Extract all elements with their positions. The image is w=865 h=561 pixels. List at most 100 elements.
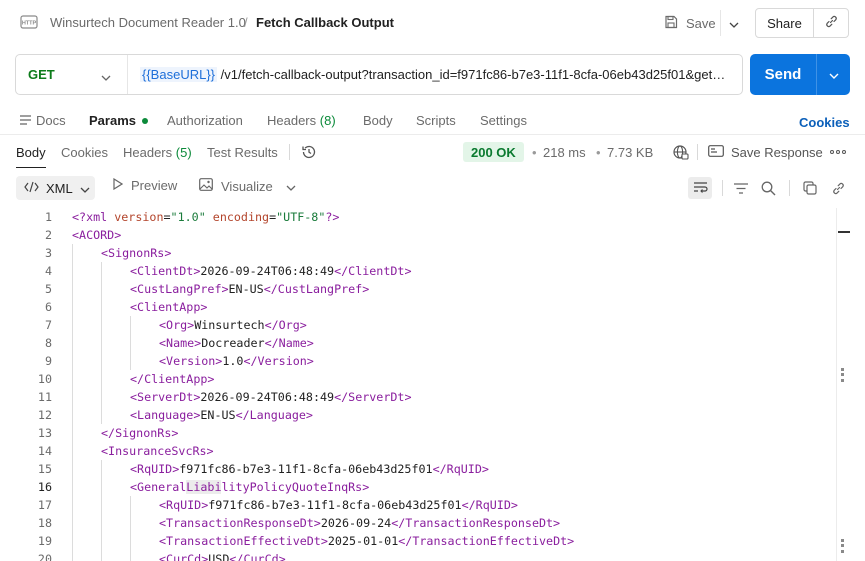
code-token: <CustLangPref> (130, 282, 229, 296)
code-line: 17 <RqUID>f971fc86-b7e3-11f1-8cfa-06eb43d… (0, 496, 836, 514)
share-button[interactable]: Share (756, 9, 814, 37)
send-button[interactable]: Send (750, 54, 817, 95)
code-line: 18 <TransactionResponseDt>2026-09-24</Tra… (0, 514, 836, 532)
copy-link-button[interactable] (814, 9, 848, 37)
code-text: <TransactionEffectiveDt>2025-01-01</Tran… (159, 532, 574, 550)
line-number: 2 (44, 228, 52, 242)
url-input[interactable]: {{BaseURL}} /v1/fetch-callback-output?tr… (128, 67, 732, 82)
indent-guide (72, 352, 73, 370)
save-response-icon (708, 144, 724, 160)
scrollbar-grip[interactable] (841, 539, 844, 553)
save-response-button[interactable]: Save Response (708, 143, 823, 161)
code-token: </Name> (264, 336, 314, 350)
save-options-button[interactable] (720, 10, 746, 36)
divider (789, 180, 790, 196)
tab-authorization[interactable]: Authorization (167, 113, 243, 128)
code-format-icon (24, 181, 39, 196)
tab-docs[interactable]: Docs (20, 113, 66, 128)
request-tabs: Docs Params Authorization Headers (8) Bo… (0, 108, 865, 134)
history-icon[interactable] (300, 143, 318, 161)
code-line: 11 <ServerDt>2026-09-24T06:48:49</ServerD… (0, 388, 836, 406)
code-line: 16 <GeneralLiabilityPolicyQuoteInqRs> (0, 478, 836, 496)
cookies-link[interactable]: Cookies (799, 115, 850, 130)
divider (289, 144, 290, 160)
filter-icon[interactable] (733, 181, 748, 195)
code-token: <CurCd> (159, 552, 209, 561)
link-icon[interactable] (830, 180, 846, 196)
active-tab-underline (16, 167, 46, 168)
tab-settings[interactable]: Settings (480, 113, 527, 128)
response-size[interactable]: 7.73 KB (607, 145, 653, 160)
code-line: 13 </SignonRs> (0, 424, 836, 442)
code-token: 2026-09-24T06:48:49 (200, 264, 335, 278)
code-token: ?> (325, 210, 340, 224)
code-token: <SignonRs> (101, 246, 172, 260)
search-icon[interactable] (760, 180, 776, 196)
code-text: <InsuranceSvcRs> (101, 442, 214, 460)
scrollbar-grip[interactable] (841, 368, 844, 382)
word-wrap-button[interactable] (688, 177, 712, 199)
line-number: 13 (37, 426, 52, 440)
visualize-button[interactable]: Visualize (199, 178, 273, 194)
headers-count: (8) (319, 113, 336, 128)
code-line: 2 <ACORD> (0, 226, 836, 244)
response-tab-cookies[interactable]: Cookies (61, 145, 108, 160)
response-body-code[interactable]: 1 <?xml version="1.0" encoding="UTF-8"?> 2… (0, 208, 836, 561)
line-number: 12 (37, 408, 52, 422)
code-token: <Org> (159, 318, 195, 332)
tab-docs-label: Docs (36, 113, 66, 128)
tab-params[interactable]: Params (89, 113, 148, 128)
image-icon (199, 178, 213, 194)
divider (722, 180, 723, 196)
format-selector[interactable]: XML (16, 176, 95, 200)
svg-text:HTTP: HTTP (22, 21, 37, 27)
response-tab-test-results[interactable]: Test Results (207, 145, 278, 160)
breadcrumb-collection[interactable]: Winsurtech Document Reader 1.0 (50, 15, 246, 30)
response-tab-headers[interactable]: Headers (5) (123, 145, 192, 160)
indent-guide (101, 496, 102, 514)
indent-guide (101, 370, 102, 388)
code-text: </ClientApp> (130, 370, 214, 388)
save-button[interactable]: Save (664, 10, 716, 36)
code-line: 3 <SignonRs> (0, 244, 836, 262)
more-options-icon[interactable] (829, 143, 847, 161)
tab-body[interactable]: Body (363, 113, 393, 128)
play-icon (113, 177, 124, 193)
line-number: 18 (37, 516, 52, 530)
request-title[interactable]: Fetch Callback Output (256, 15, 394, 30)
send-options-button[interactable] (817, 54, 850, 95)
code-text: <ClientApp> (130, 298, 207, 316)
code-text: <RqUID>f971fc86-b7e3-11f1-8cfa-06eb43d25… (130, 460, 489, 478)
indent-guide (72, 244, 73, 262)
network-globe-icon[interactable] (670, 143, 690, 161)
status-badge[interactable]: 200 OK (463, 142, 524, 162)
code-text: <CurCd>USD</CurCd> (159, 550, 286, 561)
indent-guide (72, 262, 73, 280)
preview-button[interactable]: Preview (113, 177, 178, 193)
code-token: <Version> (159, 354, 223, 368)
method-selector[interactable]: GET (16, 55, 128, 94)
preview-label: Preview (131, 178, 178, 193)
line-number: 8 (44, 336, 52, 350)
line-number: 3 (44, 246, 52, 260)
response-tab-body[interactable]: Body (16, 145, 46, 160)
copy-icon[interactable] (802, 180, 818, 196)
code-text: <?xml version="1.0" encoding="UTF-8"?> (72, 208, 339, 226)
code-token: Winsurtech (194, 318, 265, 332)
tab-headers[interactable]: Headers (8) (267, 113, 336, 128)
url-variable[interactable]: {{BaseURL}} (140, 67, 218, 82)
code-token: </Org> (264, 318, 307, 332)
indent-guide (101, 406, 102, 424)
visualize-options-chevron-icon[interactable] (284, 181, 298, 195)
tab-headers-label: Headers (267, 113, 317, 128)
indent-guide (72, 334, 73, 352)
code-line: 15 <RqUID>f971fc86-b7e3-11f1-8cfa-06eb43d… (0, 460, 836, 478)
code-text: <RqUID>f971fc86-b7e3-11f1-8cfa-06eb43d25… (159, 496, 518, 514)
indent-guide (72, 478, 73, 496)
response-time[interactable]: 218 ms (543, 145, 586, 160)
tab-body-label: Body (363, 113, 393, 128)
tab-scripts[interactable]: Scripts (416, 113, 456, 128)
indent-guide (130, 514, 131, 532)
code-token: </CustLangPref> (263, 282, 370, 296)
scrollbar[interactable] (836, 208, 865, 561)
